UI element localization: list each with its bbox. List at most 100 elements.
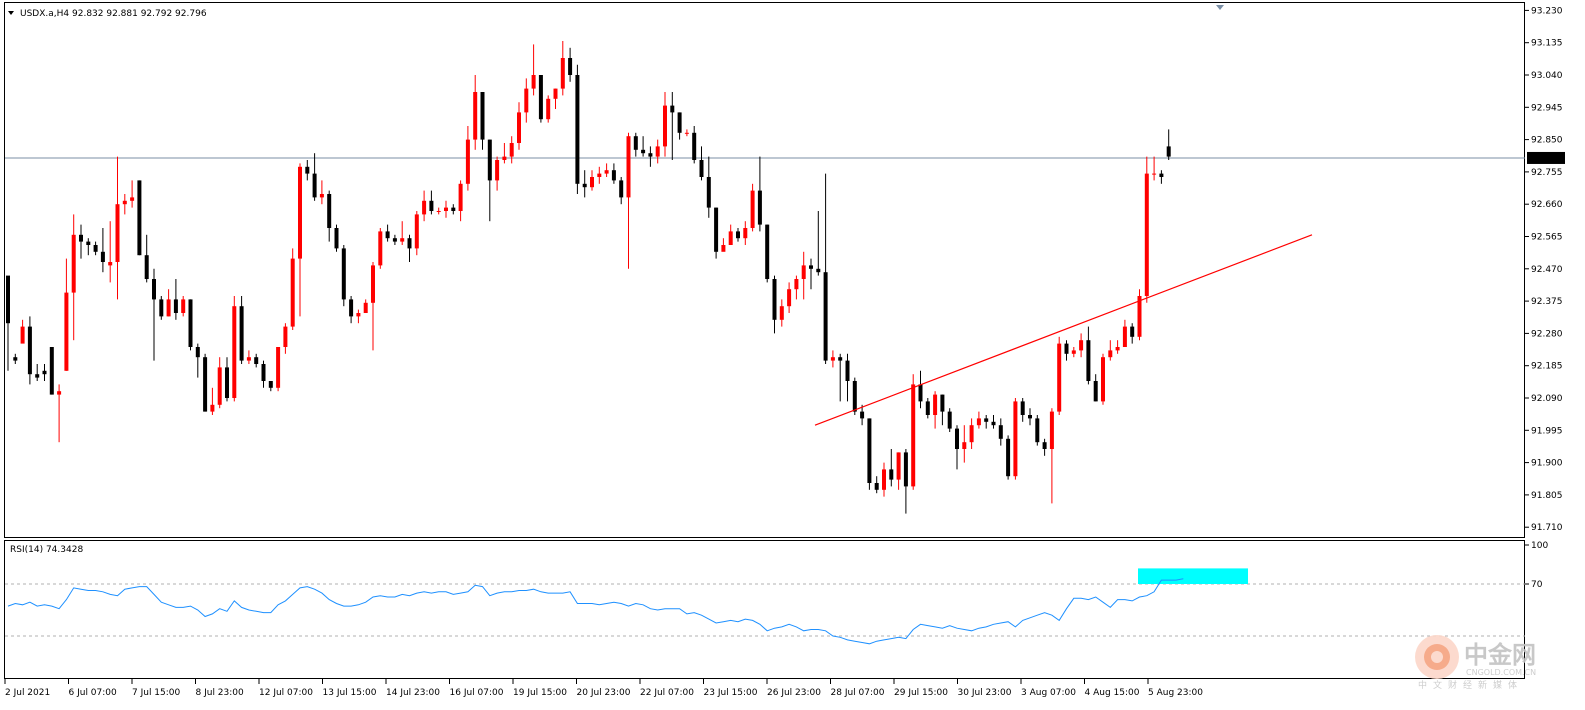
price-tick-label: 92.565 — [1531, 233, 1563, 243]
candle-body — [663, 105, 667, 147]
candle-body — [809, 265, 813, 269]
candle — [1144, 156, 1149, 303]
candle-body — [86, 241, 91, 245]
candle — [137, 180, 142, 256]
candle-body — [341, 248, 346, 300]
candle-body — [225, 367, 229, 398]
candle-body — [436, 211, 441, 212]
candle-body — [568, 58, 573, 75]
candle-body — [298, 166, 302, 259]
candle-body — [714, 207, 719, 252]
candle-body — [619, 180, 624, 198]
candle-body — [874, 483, 879, 490]
candle-body — [27, 326, 32, 375]
time-tick-label: 23 Jul 15:00 — [704, 688, 758, 698]
price-axis: 93.230 93.135 93.040 92.945 92.850 92.755 92.6… — [1525, 6, 1563, 533]
time-tick-label: 30 Jul 23:00 — [958, 688, 1012, 698]
candle-body — [93, 245, 98, 252]
candle-body — [969, 425, 974, 443]
candle-body — [699, 160, 704, 177]
cngold-logo-core-icon — [1431, 651, 1443, 663]
time-tick-label: 22 Jul 07:00 — [640, 688, 694, 698]
candle-body — [1108, 350, 1113, 358]
candle-body — [356, 313, 361, 317]
candle-body — [130, 197, 135, 201]
candle-body — [860, 411, 865, 419]
candle-body — [239, 306, 244, 361]
candle-body — [49, 347, 54, 395]
candle-body — [604, 170, 609, 174]
candle-body — [611, 170, 616, 181]
candle — [188, 299, 193, 351]
candle-body — [736, 231, 740, 239]
time-tick-label: 8 Jul 23:00 — [196, 688, 245, 698]
candle-body — [538, 75, 543, 120]
candle-body — [1086, 340, 1091, 381]
candle-body — [429, 200, 434, 211]
candle-body — [181, 299, 186, 313]
candle — [750, 183, 755, 232]
candle-body — [582, 183, 587, 188]
candle-body — [787, 289, 792, 307]
candle — [1035, 415, 1040, 446]
price-tick-label: 92.850 — [1531, 136, 1563, 146]
candle-body — [268, 381, 273, 388]
candle-body — [590, 177, 594, 188]
main-panel-frame — [4, 2, 1525, 538]
candle — [290, 248, 295, 330]
time-tick-label: 7 Jul 15:00 — [132, 688, 181, 698]
time-tick-label: 4 Aug 15:00 — [1085, 688, 1140, 698]
symbol-label: USDX.a,H4 — [20, 9, 69, 19]
watermark-sub: 中文财经新媒体 — [1418, 679, 1523, 691]
candle-body — [867, 418, 872, 483]
candle-body — [779, 306, 784, 320]
time-tick-label: 16 Jul 07:00 — [450, 688, 504, 698]
rsi-highlight-zone — [1138, 568, 1248, 584]
candle-body — [246, 357, 251, 361]
candle-body — [933, 394, 938, 415]
candle-body — [1166, 146, 1171, 157]
candle — [575, 64, 580, 194]
current-price-label: 92.796 — [1530, 154, 1562, 164]
price-tick-label: 92.660 — [1531, 200, 1563, 210]
time-tick-label: 29 Jul 15:00 — [894, 688, 948, 698]
candle-body — [1013, 401, 1018, 477]
price-tick-label: 91.900 — [1531, 459, 1563, 469]
price-tick-label: 92.185 — [1531, 362, 1563, 372]
candle-body — [816, 268, 821, 273]
candle-body — [721, 245, 726, 252]
candle-body — [159, 299, 164, 317]
candle-body — [334, 228, 339, 249]
candle-body — [254, 357, 259, 364]
candle-body — [6, 275, 10, 324]
candle-body — [1144, 173, 1149, 296]
candle-body — [115, 204, 120, 262]
candle-body — [188, 299, 193, 347]
candle-body — [955, 428, 959, 449]
candle-body — [152, 279, 156, 300]
price-tick-label: 91.710 — [1531, 523, 1563, 533]
candle-body — [392, 238, 397, 242]
candle-body — [108, 262, 113, 266]
price-chart[interactable]: USDX.a,H4 92.832 92.881 92.792 92.796 RS… — [0, 0, 1585, 710]
candle — [1006, 435, 1011, 480]
price-tick-label: 91.805 — [1531, 491, 1563, 501]
candle-body — [444, 207, 448, 211]
candle — [232, 296, 237, 402]
price-tick-label: 92.755 — [1531, 168, 1563, 178]
current-price-tag: 92.796 — [1527, 151, 1565, 164]
candle — [49, 347, 54, 395]
candle-body — [407, 238, 412, 249]
candle-body — [1042, 442, 1047, 449]
candle-body — [882, 469, 886, 490]
time-tick-label: 3 Aug 07:00 — [1021, 688, 1076, 698]
candle — [276, 347, 281, 392]
candle-body — [670, 105, 675, 113]
candle-body — [757, 190, 762, 225]
candle-body — [210, 404, 215, 412]
candle-body — [524, 88, 529, 113]
candle-body — [765, 224, 770, 279]
candle-body — [422, 200, 427, 215]
candle — [27, 316, 32, 385]
candle-body — [42, 370, 47, 375]
